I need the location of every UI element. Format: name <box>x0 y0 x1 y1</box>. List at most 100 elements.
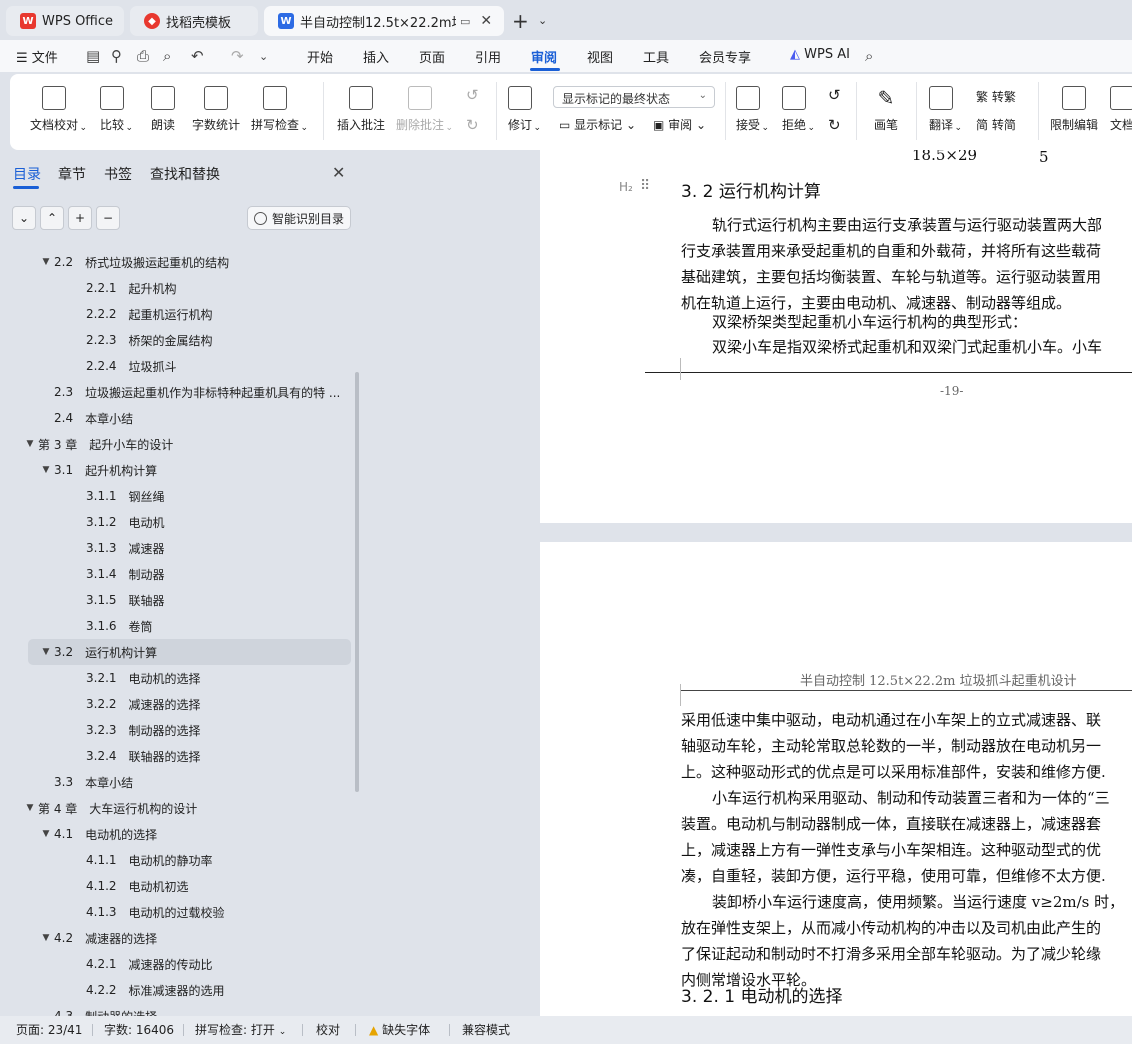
menu-file[interactable]: ☰ 文件 <box>16 47 58 66</box>
next-comment-icon[interactable]: ↻ <box>466 116 479 134</box>
undo-icon[interactable]: ↶ <box>191 47 204 65</box>
menu-insert[interactable]: 插入 <box>363 47 389 66</box>
menu-references[interactable]: 引用 <box>475 47 501 66</box>
print-preview-icon[interactable]: ⌕ <box>163 47 171 65</box>
toc-item[interactable]: 3.1.2 电动机 <box>70 509 165 535</box>
menu-home[interactable]: 开始 <box>307 47 333 66</box>
share-icon[interactable]: ⚲ <box>111 47 122 65</box>
review-pane-button[interactable]: ▣ 审阅 ⌄ <box>653 116 706 133</box>
spell-check-button[interactable]: 拼写检查 ⌄ <box>251 86 308 133</box>
toc-item[interactable]: 2.2.4 垃圾抓斗 <box>70 353 177 379</box>
add-heading-button[interactable]: + <box>68 206 92 230</box>
expand-toggle-icon[interactable]: ▼ <box>38 829 54 839</box>
tab-document[interactable]: W 半自动控制12.5t×22.2m垃圾抓斗起重机设计 ▭ ✕ <box>264 6 504 36</box>
compare-button[interactable]: 比较 ⌄ <box>100 86 133 133</box>
toc-item[interactable]: ▼ 4.2 减速器的选择 <box>38 925 158 951</box>
close-tab-icon[interactable]: ✕ <box>480 13 492 29</box>
proofread-button[interactable]: 文档校对 ⌄ <box>30 86 87 133</box>
tab-chapters[interactable]: 章节 <box>58 164 86 184</box>
ink-button[interactable]: ✎ 画笔 <box>874 86 898 133</box>
delete-comment-button[interactable]: 删除批注 ⌄ <box>396 86 453 133</box>
close-pane-icon[interactable]: ✕ <box>332 163 345 182</box>
page-indicator[interactable]: 页面: 23/41 <box>16 1021 82 1038</box>
toc-item[interactable]: 3.2.1 电动机的选择 <box>70 665 201 691</box>
tab-toc[interactable]: 目录 <box>13 164 41 184</box>
expand-toggle-icon[interactable]: ▼ <box>38 647 54 657</box>
expand-toggle-icon[interactable]: ▼ <box>22 439 38 449</box>
toc-item[interactable]: 2.2.1 起升机构 <box>70 275 177 301</box>
revise-button[interactable]: 修订 ⌄ <box>508 86 541 133</box>
toc-item[interactable]: 2.3 垃圾搬运起重机作为非标特种起重机具有的特 ... <box>38 379 340 405</box>
save-icon[interactable]: ▤ <box>86 47 100 65</box>
toc-item[interactable]: 4.2.1 减速器的传动比 <box>70 951 213 977</box>
menu-wps-ai[interactable]: ◭ WPS AI <box>790 47 850 62</box>
show-markup-button[interactable]: ▭ 显示标记 ⌄ <box>559 116 636 133</box>
smart-toc-button[interactable]: 智能识别目录 <box>247 206 351 230</box>
next-revision-icon[interactable]: ↻ <box>828 116 841 134</box>
tab-wps-office[interactable]: W WPS Office <box>6 6 124 36</box>
toc-item[interactable]: 3.1.5 联轴器 <box>70 587 165 613</box>
toc-item[interactable]: 2.2.3 桥架的金属结构 <box>70 327 213 353</box>
expand-toggle-icon[interactable]: ▼ <box>38 933 54 943</box>
to-traditional-button[interactable]: 繁 转繁 <box>976 88 1016 105</box>
to-simplified-button[interactable]: 简 转简 <box>976 116 1016 133</box>
restrict-edit-button[interactable]: 限制编辑 <box>1050 86 1098 133</box>
reject-button[interactable]: 拒绝 ⌄ <box>782 86 815 133</box>
toc-item[interactable]: 3.2.2 减速器的选择 <box>70 691 201 717</box>
toc-item[interactable]: 4.1.2 电动机初选 <box>70 873 189 899</box>
previous-comment-icon[interactable]: ↺ <box>466 86 479 104</box>
read-aloud-button[interactable]: 朗读 <box>151 86 175 133</box>
translate-button[interactable]: 翻译 ⌄ <box>929 86 962 133</box>
toc-scrollbar[interactable] <box>355 372 359 792</box>
print-icon[interactable]: ⎙ <box>137 47 149 65</box>
word-count-status[interactable]: 字数: 16406 <box>104 1021 174 1038</box>
menu-member[interactable]: 会员专享 <box>699 47 751 66</box>
accept-button[interactable]: 接受 ⌄ <box>736 86 769 133</box>
toc-item[interactable]: 2.4 本章小结 <box>38 405 133 431</box>
toc-item[interactable]: 3.1.6 卷筒 <box>70 613 153 639</box>
expand-toggle-icon[interactable]: ▼ <box>38 257 54 267</box>
redo-icon[interactable]: ↷ <box>231 47 244 65</box>
toc-item[interactable]: 3.1.4 制动器 <box>70 561 165 587</box>
search-icon[interactable]: ⌕ <box>865 47 873 65</box>
missing-font-status[interactable]: ▲ 缺失字体 <box>369 1021 430 1038</box>
toc-item[interactable]: ▼ 2.2 桥式垃圾搬运起重机的结构 <box>38 249 230 275</box>
drag-handle-icon[interactable]: ⠿ <box>640 178 650 194</box>
toc-item[interactable]: 3.3 本章小结 <box>38 769 133 795</box>
menu-tools[interactable]: 工具 <box>643 47 669 66</box>
word-count-button[interactable]: 字数统计 <box>192 86 240 133</box>
toc-item[interactable]: 4.2.2 标准减速器的选用 <box>70 977 225 1003</box>
proof-status[interactable]: 校对 <box>316 1021 340 1038</box>
remove-heading-button[interactable]: − <box>96 206 120 230</box>
expand-all-button[interactable]: ⌃ <box>40 206 64 230</box>
insert-comment-button[interactable]: 插入批注 <box>337 86 385 133</box>
toc-item[interactable]: 3.2.4 联轴器的选择 <box>70 743 201 769</box>
tab-find-replace[interactable]: 查找和替换 <box>150 164 220 184</box>
quick-access-dropdown-icon[interactable]: ⌄ <box>259 50 268 63</box>
toc-item[interactable]: ▼ 3.2 运行机构计算 <box>28 639 351 665</box>
expand-toggle-icon[interactable]: ▼ <box>38 465 54 475</box>
toc-item[interactable]: ▼ 第 3 章起升小车的设计 <box>22 431 174 457</box>
tab-bookmarks[interactable]: 书签 <box>104 164 132 184</box>
toc-item[interactable]: ▼ 3.1 起升机构计算 <box>38 457 158 483</box>
toc-item[interactable]: 4.1.3 电动机的过载校验 <box>70 899 225 925</box>
toc-item[interactable]: 3.1.3 减速器 <box>70 535 165 561</box>
toc-item[interactable]: 3.2.3 制动器的选择 <box>70 717 201 743</box>
menu-view[interactable]: 视图 <box>587 47 613 66</box>
toc-item[interactable]: ▼ 4.1 电动机的选择 <box>38 821 158 847</box>
new-tab-plus-icon[interactable]: + <box>512 9 529 33</box>
menu-page[interactable]: 页面 <box>419 47 445 66</box>
previous-revision-icon[interactable]: ↺ <box>828 86 841 104</box>
toc-item[interactable]: 2.2.2 起重机运行机构 <box>70 301 213 327</box>
spell-check-status[interactable]: 拼写检查: 打开 ⌄ <box>195 1021 286 1038</box>
collapse-all-button[interactable]: ⌄ <box>12 206 36 230</box>
toc-item[interactable]: 3.1.1 钢丝绳 <box>70 483 165 509</box>
chevron-down-icon[interactable]: ⌄ <box>538 14 547 27</box>
document-permission-button[interactable]: 文档 <box>1110 86 1132 133</box>
toc-item[interactable]: ▼ 第 4 章大车运行机构的设计 <box>22 795 198 821</box>
toc-item[interactable]: 4.1.1 电动机的静功率 <box>70 847 213 873</box>
menu-review[interactable]: 审阅 <box>531 47 557 66</box>
tab-docer[interactable]: ◆ 找稻壳模板 <box>130 6 258 36</box>
monitor-icon[interactable]: ▭ <box>460 15 470 28</box>
markup-state-select[interactable]: 显示标记的最终状态 ⌄ <box>553 86 715 108</box>
